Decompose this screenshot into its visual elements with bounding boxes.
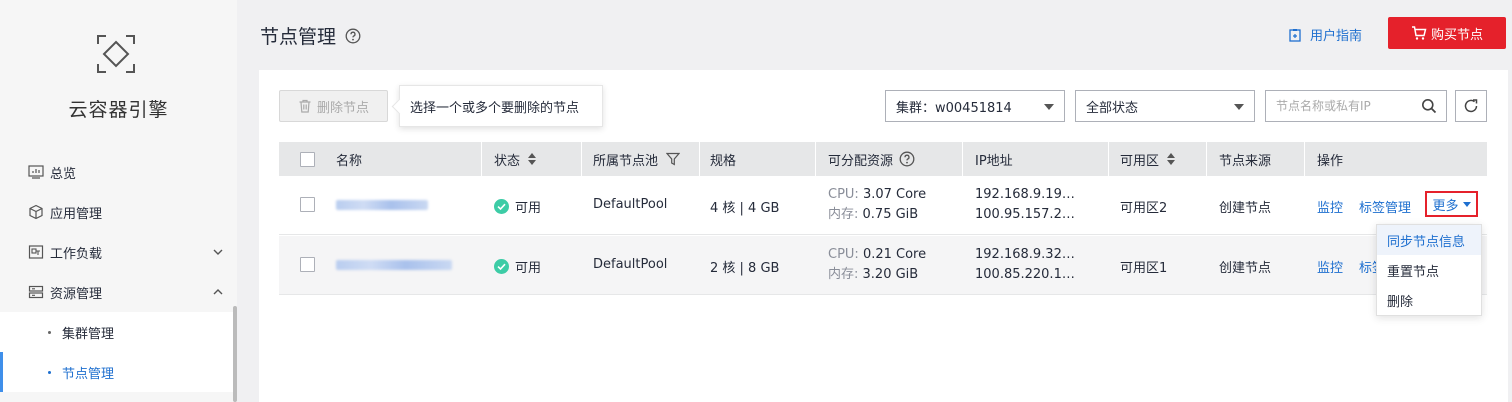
monitor-link[interactable]: 监控 bbox=[1317, 197, 1343, 216]
buy-node-button[interactable]: 购买节点 bbox=[1388, 17, 1506, 49]
sidebar-item-label: 节点管理 bbox=[62, 366, 115, 382]
page-title-text: 节点管理 bbox=[260, 26, 337, 48]
resources-cell: CPU: 3.07 Core 内存: 0.75 GiB bbox=[828, 187, 927, 222]
sidebar-item-overview[interactable]: 总览 bbox=[0, 152, 237, 192]
search-box bbox=[1265, 90, 1447, 122]
column-header-status[interactable]: 状态 bbox=[494, 142, 537, 176]
chevron-up-icon bbox=[211, 285, 225, 299]
status-select[interactable]: 全部状态 bbox=[1075, 90, 1255, 122]
more-dropdown-menu: 同步节点信息 重置节点 删除 bbox=[1376, 224, 1482, 316]
app-name: 云容器引擎 bbox=[68, 99, 169, 121]
cluster-select[interactable]: 集群：w00451814 bbox=[885, 90, 1065, 122]
caret-down-icon bbox=[1234, 104, 1244, 110]
delete-tooltip: 选择一个或多个要删除的节点 bbox=[399, 85, 603, 127]
user-guide-label: 用户指南 bbox=[1310, 29, 1363, 44]
delete-node-button[interactable]: 删除节点 bbox=[279, 90, 388, 122]
sidebar-item-label: 集群管理 bbox=[62, 326, 115, 342]
sidebar-item-nodes[interactable]: 节点管理 bbox=[0, 352, 237, 392]
menu-item-delete[interactable]: 删除 bbox=[1377, 285, 1481, 315]
help-icon[interactable] bbox=[899, 151, 915, 167]
sidebar-item-label: 总览 bbox=[50, 166, 77, 182]
source-cell: 创建节点 bbox=[1219, 201, 1272, 216]
menu-item-sync-node[interactable]: 同步节点信息 bbox=[1377, 225, 1481, 255]
sidebar-scrollbar[interactable] bbox=[233, 306, 237, 402]
bullet-icon bbox=[48, 370, 51, 374]
column-header-zone[interactable]: 可用区 bbox=[1120, 142, 1176, 176]
delete-node-label: 删除节点 bbox=[316, 100, 369, 116]
sort-icon[interactable] bbox=[528, 153, 537, 165]
tooltip-text: 选择一个或多个要删除的节点 bbox=[410, 100, 580, 116]
workload-icon bbox=[28, 244, 44, 260]
column-header-name: 名称 bbox=[336, 153, 363, 169]
source-cell: 创建节点 bbox=[1219, 261, 1272, 276]
sort-icon[interactable] bbox=[1167, 153, 1176, 165]
cce-logo-icon bbox=[95, 33, 137, 75]
tag-manage-link[interactable]: 标签管理 bbox=[1359, 197, 1411, 216]
zone-cell: 可用区2 bbox=[1120, 201, 1168, 216]
resources-cell: CPU: 0.21 Core 内存: 3.20 GiB bbox=[828, 247, 927, 282]
pool-cell: DefaultPool bbox=[593, 257, 668, 272]
spec-cell: 2 核 | 8 GB bbox=[710, 261, 780, 276]
column-header-pool: 所属节点池 bbox=[593, 142, 681, 176]
cart-icon bbox=[1411, 25, 1427, 41]
sidebar: 云容器引擎 总览 应用管理 工作负载 资源管理 集群管理 节点管理 bbox=[0, 0, 237, 402]
cube-icon bbox=[28, 204, 44, 220]
node-name-link[interactable] bbox=[336, 200, 428, 210]
sidebar-item-label: 工作负载 bbox=[50, 246, 103, 262]
more-button[interactable]: 更多 bbox=[1425, 191, 1478, 217]
buy-node-label: 购买节点 bbox=[1430, 27, 1483, 43]
sidebar-item-label: 应用管理 bbox=[50, 206, 103, 222]
sidebar-item-clusters[interactable]: 集群管理 bbox=[0, 312, 237, 352]
status-cell: 可用 bbox=[494, 257, 541, 276]
table-row: 可用 DefaultPool 2 核 | 8 GB CPU: 0.21 Core… bbox=[279, 236, 1487, 295]
guide-icon bbox=[1288, 28, 1302, 42]
pool-cell: DefaultPool bbox=[593, 197, 668, 212]
column-header-spec: 规格 bbox=[710, 153, 737, 169]
filter-icon[interactable] bbox=[666, 152, 681, 166]
help-icon[interactable] bbox=[345, 28, 361, 44]
sidebar-item-resources[interactable]: 资源管理 bbox=[0, 272, 237, 312]
row-checkbox[interactable] bbox=[300, 197, 315, 212]
check-circle-icon bbox=[494, 199, 509, 214]
search-icon[interactable] bbox=[1421, 98, 1437, 114]
column-header-actions: 操作 bbox=[1317, 153, 1344, 169]
spec-cell: 4 核 | 4 GB bbox=[710, 201, 780, 216]
caret-down-icon bbox=[1044, 104, 1054, 110]
sidebar-item-workloads[interactable]: 工作负载 bbox=[0, 232, 237, 272]
refresh-button[interactable] bbox=[1455, 90, 1487, 122]
user-guide-link[interactable]: 用户指南 bbox=[1288, 25, 1362, 44]
refresh-icon bbox=[1463, 98, 1479, 114]
table-header: 名称 状态 所属节点池 规格 可分配资源 IP地址 可用区 节点来源 操作 bbox=[279, 142, 1487, 176]
status-select-value: 全部状态 bbox=[1086, 100, 1139, 116]
dashboard-icon bbox=[28, 164, 44, 180]
caret-down-icon bbox=[1462, 201, 1471, 207]
select-all-checkbox[interactable] bbox=[300, 152, 315, 167]
check-circle-icon bbox=[494, 259, 509, 274]
server-icon bbox=[28, 284, 44, 300]
row-checkbox[interactable] bbox=[300, 257, 315, 272]
bullet-icon bbox=[48, 330, 51, 334]
chevron-down-icon bbox=[211, 245, 225, 259]
ip-cell: 192.168.9.19… 100.95.157.2… bbox=[975, 187, 1075, 222]
sidebar-item-label: 资源管理 bbox=[50, 286, 103, 302]
sidebar-item-apps[interactable]: 应用管理 bbox=[0, 192, 237, 232]
trash-icon bbox=[298, 99, 312, 113]
ip-cell: 192.168.9.32… 100.85.220.1… bbox=[975, 247, 1075, 282]
column-header-source: 节点来源 bbox=[1219, 153, 1272, 169]
cluster-select-value: 集群：w00451814 bbox=[896, 100, 1012, 116]
node-name-link[interactable] bbox=[336, 260, 452, 270]
search-input[interactable] bbox=[1266, 91, 1406, 121]
table-row: 可用 DefaultPool 4 核 | 4 GB CPU: 3.07 Core… bbox=[279, 176, 1487, 235]
column-header-ip: IP地址 bbox=[975, 153, 1013, 169]
zone-cell: 可用区1 bbox=[1120, 261, 1168, 276]
status-cell: 可用 bbox=[494, 197, 541, 216]
monitor-link[interactable]: 监控 bbox=[1317, 257, 1343, 276]
menu-item-reset-node[interactable]: 重置节点 bbox=[1377, 255, 1481, 285]
column-header-resources: 可分配资源 bbox=[828, 142, 915, 176]
page-title: 节点管理 bbox=[260, 22, 361, 49]
